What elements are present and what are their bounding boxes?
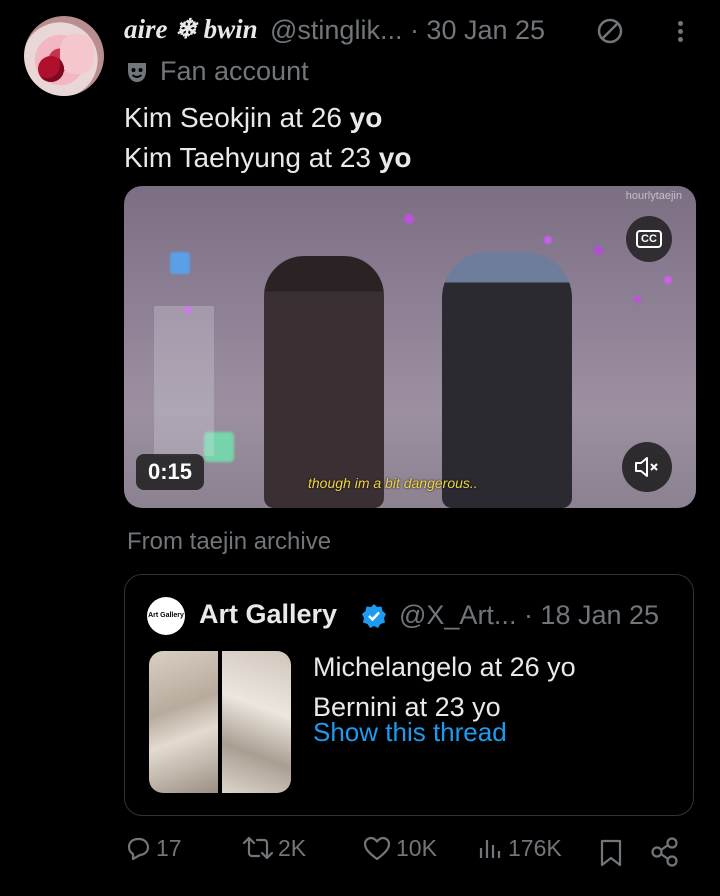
reply-count: 17 (156, 834, 182, 861)
views-count: 176K (508, 834, 562, 861)
repost-count: 2K (278, 834, 307, 861)
views-button[interactable]: 176K (478, 834, 562, 862)
quote-avatar: Art Gallery (147, 597, 185, 635)
quote-line-1: Michelangelo at 26 yo (313, 652, 576, 682)
captions-button[interactable]: CC (626, 216, 672, 262)
tweet-line-2: Kim Taehyung at 23 (124, 142, 379, 173)
fan-account-badge: Fan account (124, 56, 309, 87)
mute-button[interactable] (622, 442, 672, 492)
repost-button[interactable]: 2K (242, 834, 306, 862)
bookmark-icon[interactable] (598, 838, 624, 868)
speaker-muted-icon (635, 457, 658, 477)
share-icon[interactable] (650, 836, 680, 868)
theater-mask-icon (128, 62, 146, 82)
reply-button[interactable]: 17 (124, 834, 182, 862)
tweet-text: Kim Seokjin at 26 yo Kim Taehyung at 23 … (124, 98, 411, 178)
like-count: 10K (396, 834, 437, 861)
author-display-name[interactable]: aire ❄ bwin (124, 14, 258, 45)
video-player[interactable]: hourlytaejin CC 0:15 though im a bit dan… (124, 186, 696, 508)
action-bar: 17 2K 10K 176K (0, 834, 720, 874)
repost-icon (242, 836, 274, 860)
author-handle-date[interactable]: @stinglik... · 30 Jan 25 (270, 15, 545, 46)
author-avatar[interactable] (24, 16, 104, 96)
quote-thumbnail (149, 651, 291, 793)
video-watermark: hourlytaejin (625, 190, 682, 202)
cc-label: CC (636, 230, 662, 248)
reply-icon (127, 837, 150, 861)
video-duration: 0:15 (136, 454, 205, 490)
tweet-line-1-bold: yo (349, 102, 383, 133)
tweet-line-1: Kim Seokjin at 26 (124, 102, 350, 133)
video-subtitle: though im a bit dangerous.. (308, 475, 478, 491)
like-button[interactable]: 10K (362, 834, 437, 862)
video-source-label[interactable]: From taejin archive (127, 528, 331, 556)
quote-text: Michelangelo at 26 yo Bernini at 23 yo (313, 647, 576, 727)
badge-label: Fan account (160, 56, 309, 86)
show-thread-link[interactable]: Show this thread (313, 717, 507, 748)
quote-handle-date: @X_Art... · 18 Jan 25 (399, 600, 660, 630)
community-note-icon[interactable] (596, 17, 624, 45)
heart-icon (363, 836, 391, 861)
tweet-line-2-bold: yo (378, 142, 412, 173)
analytics-icon (479, 840, 501, 858)
quoted-post[interactable]: Art Gallery Art Gallery @X_Art... · 18 J… (124, 574, 694, 816)
quote-display-name: Art Gallery (199, 599, 338, 629)
more-options-icon[interactable] (665, 18, 695, 50)
verified-badge-icon (362, 604, 386, 628)
